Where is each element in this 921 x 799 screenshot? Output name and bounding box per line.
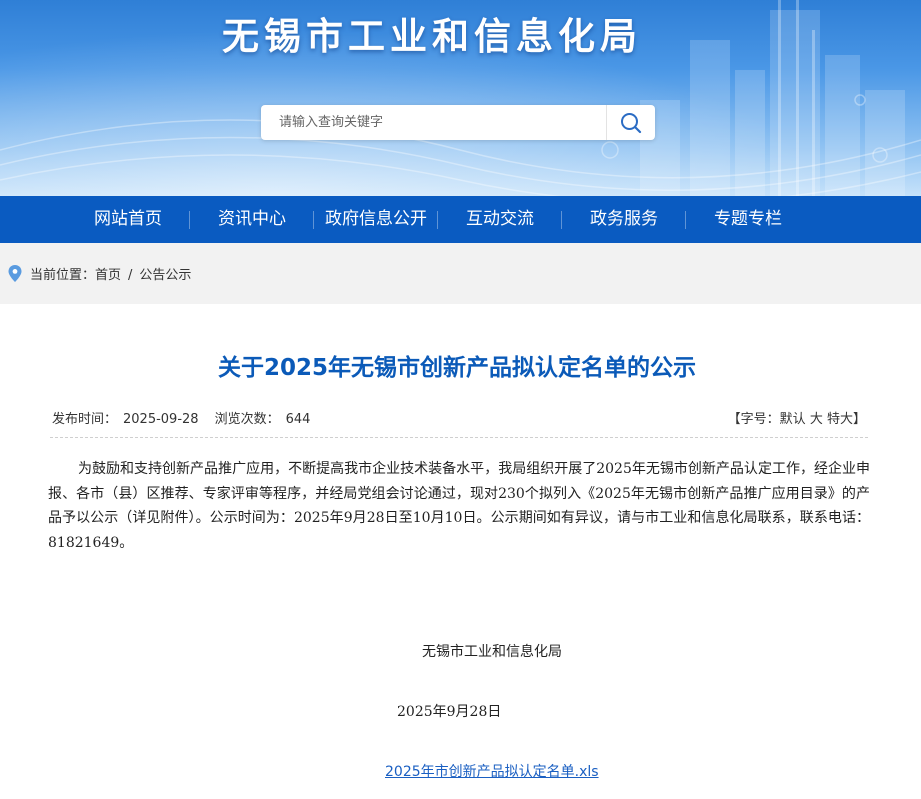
site-header: 无锡市工业和信息化局 (0, 0, 921, 196)
nav-item-services[interactable]: 政务服务 (562, 196, 686, 243)
meta-divider (50, 437, 868, 438)
article-meta: 发布时间： 2025-09-28 浏览次数： 644 (52, 408, 316, 427)
nav-item-home[interactable]: 网站首页 (66, 196, 190, 243)
font-size-close: 】 (852, 412, 866, 427)
article-title: 关于2025年无锡市创新产品拟认定名单的公示 (217, 355, 696, 381)
publish-date: 2025-09-28 (123, 412, 199, 427)
font-size-switcher: 【字号：默认 大 特大】 (728, 408, 866, 427)
attachment-link[interactable]: 2025年市创新产品拟认定名单.xls (385, 761, 599, 781)
nav-item-gov-info[interactable]: 政府信息公开 (314, 196, 438, 243)
breadcrumb-announcements-link[interactable]: 公告公示 (139, 268, 191, 283)
font-size-large[interactable]: 大 (810, 412, 823, 427)
signature-date: 2025年9月28日 (397, 704, 502, 720)
search-box (261, 105, 655, 140)
publish-label: 发布时间： (52, 412, 118, 427)
views-label: 浏览次数： (214, 412, 280, 427)
breadcrumb-prefix: 当前位置： (30, 268, 96, 283)
search-input[interactable] (261, 105, 606, 140)
font-size-open: 【字号： (727, 412, 780, 427)
font-size-xlarge[interactable]: 特大 (827, 412, 853, 427)
site-title: 无锡市工业和信息化局 (222, 15, 642, 58)
main-nav: 网站首页 资讯中心 政府信息公开 互动交流 政务服务 专题专栏 (0, 196, 921, 243)
nav-item-interaction[interactable]: 互动交流 (438, 196, 562, 243)
location-pin-icon (8, 265, 22, 282)
nav-item-topics[interactable]: 专题专栏 (686, 196, 810, 243)
search-button[interactable] (606, 105, 655, 140)
article-body: 为鼓励和支持创新产品推广应用，不断提高我市企业技术装备水平，我局组织开展了202… (48, 461, 870, 551)
search-icon (621, 112, 642, 133)
nav-item-news[interactable]: 资讯中心 (190, 196, 314, 243)
breadcrumb-separator: / (128, 268, 133, 283)
views-count: 644 (285, 412, 311, 427)
breadcrumb-home-link[interactable]: 首页 (95, 268, 121, 283)
signature-org: 无锡市工业和信息化局 (422, 644, 562, 660)
font-size-default[interactable]: 默认 (780, 412, 806, 427)
breadcrumb: 当前位置：首页 / 公告公示 (0, 243, 921, 304)
